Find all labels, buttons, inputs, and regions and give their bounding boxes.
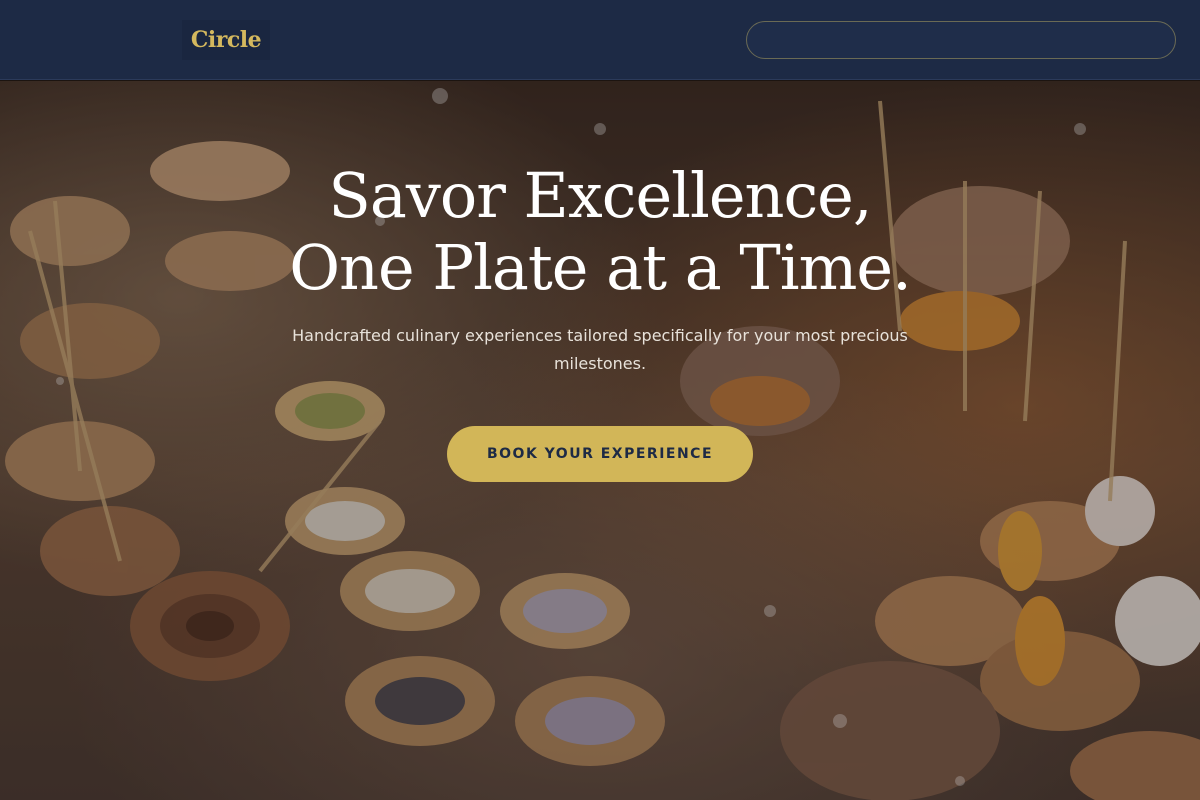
hero-content: Savor Excellence, One Plate at a Time. H… (0, 160, 1200, 482)
hero-title-line-2: One Plate at a Time. (289, 231, 912, 304)
navigation-pill[interactable] (746, 21, 1176, 59)
hero-title: Savor Excellence, One Plate at a Time. (150, 160, 1050, 304)
hero-title-line-1: Savor Excellence, (328, 159, 872, 232)
book-experience-button[interactable]: BOOK YOUR EXPERIENCE (447, 426, 753, 482)
brand-logo[interactable]: Circle (182, 20, 270, 60)
page: Circle Savor Excellence, One Plate at a … (0, 0, 1200, 800)
site-header: Circle (0, 0, 1200, 80)
hero-subtitle: Handcrafted culinary experiences tailore… (292, 326, 908, 373)
